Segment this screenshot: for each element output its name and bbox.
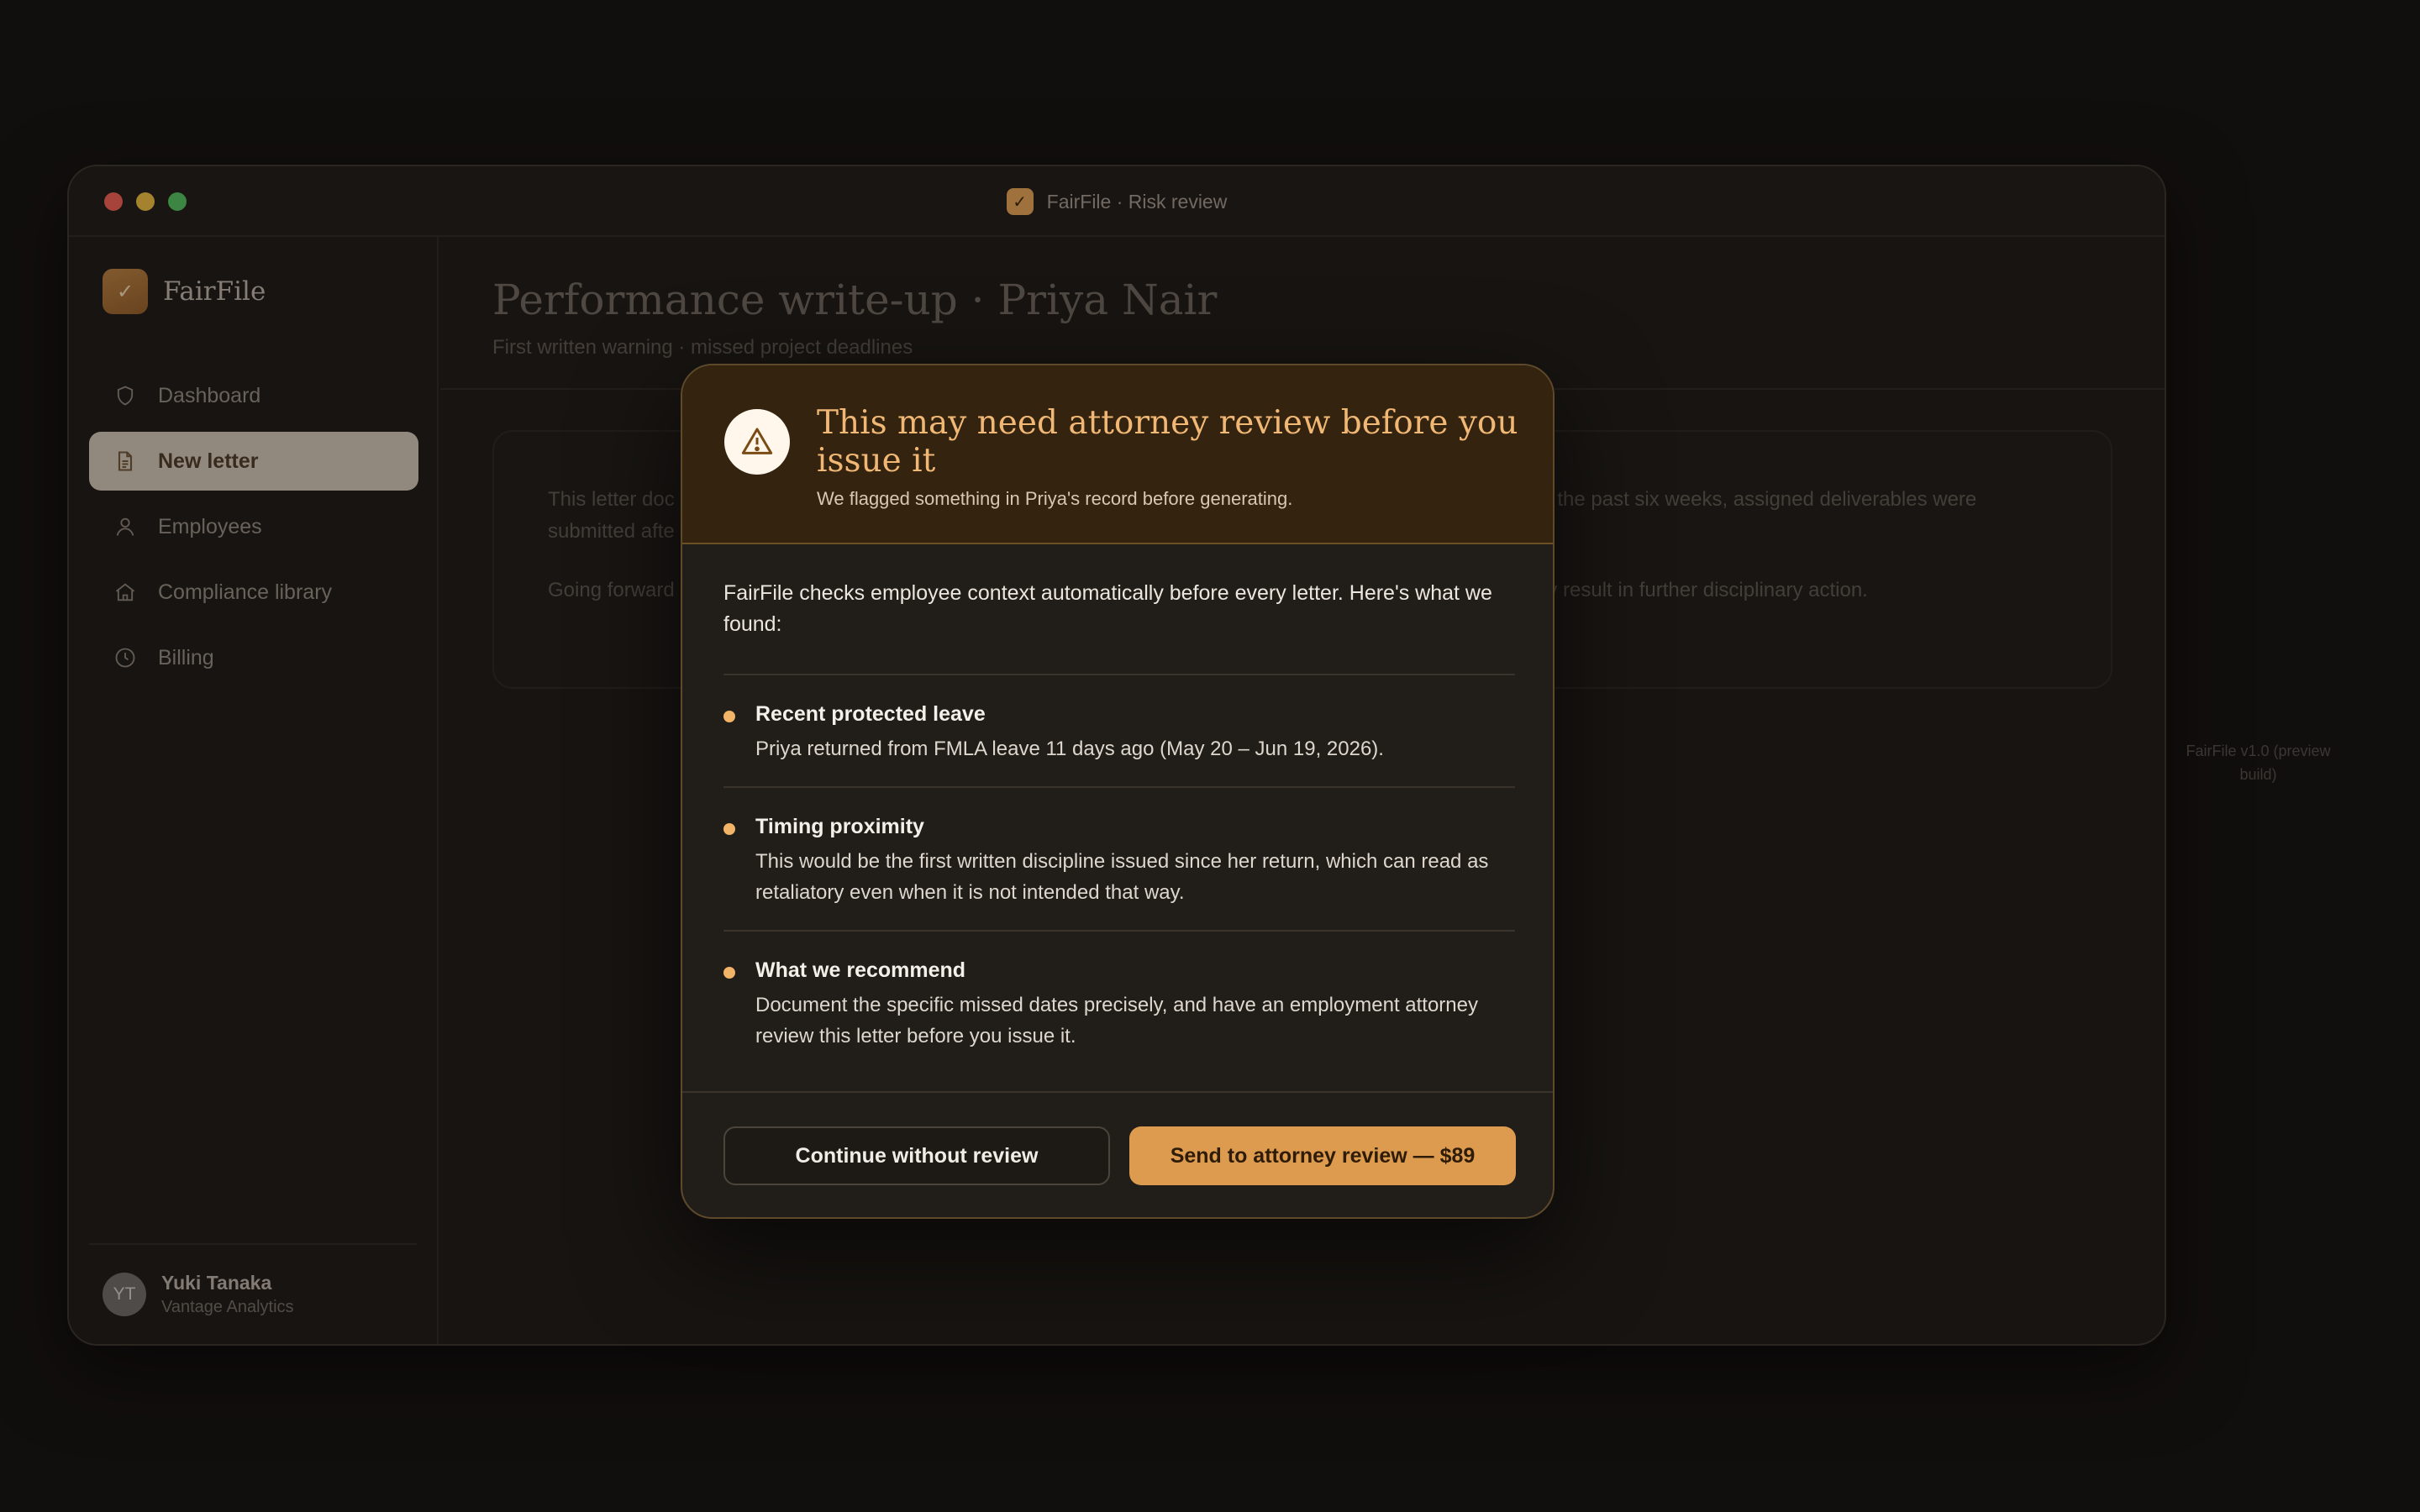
bullet-dot-icon [723,711,735,722]
finding-item: Recent protected leave Priya returned fr… [723,675,1515,788]
finding-title: Timing proximity [755,815,924,838]
dialog-footer: Continue without review Send to attorney… [682,1091,1553,1217]
finding-text: Priya returned from FMLA leave 11 days a… [755,738,1384,760]
finding-item: Timing proximity This would be the first… [723,788,1515,932]
dialog-header: This may need attorney review before you… [682,365,1553,544]
dialog-title: This may need attorney review before you… [817,404,1518,480]
finding-text: Document the specific missed dates preci… [755,994,1478,1047]
continue-without-review-button[interactable]: Continue without review [723,1126,1110,1185]
send-to-attorney-review-button[interactable]: Send to attorney review — $89 [1129,1126,1516,1185]
warning-icon [724,409,790,475]
finding-title: Recent protected leave [755,702,986,726]
dialog-body: FairFile checks employee context automat… [723,544,1515,1074]
finding-item: What we recommend Document the specific … [723,932,1515,1074]
bullet-dot-icon [723,823,735,835]
dialog-intro: FairFile checks employee context automat… [723,578,1515,675]
attorney-review-dialog: This may need attorney review before you… [681,364,1555,1219]
bullet-dot-icon [723,967,735,979]
finding-title: What we recommend [755,958,966,982]
dialog-subtitle: We flagged something in Priya's record b… [817,488,1293,509]
finding-text: This would be the first written discipli… [755,850,1489,904]
